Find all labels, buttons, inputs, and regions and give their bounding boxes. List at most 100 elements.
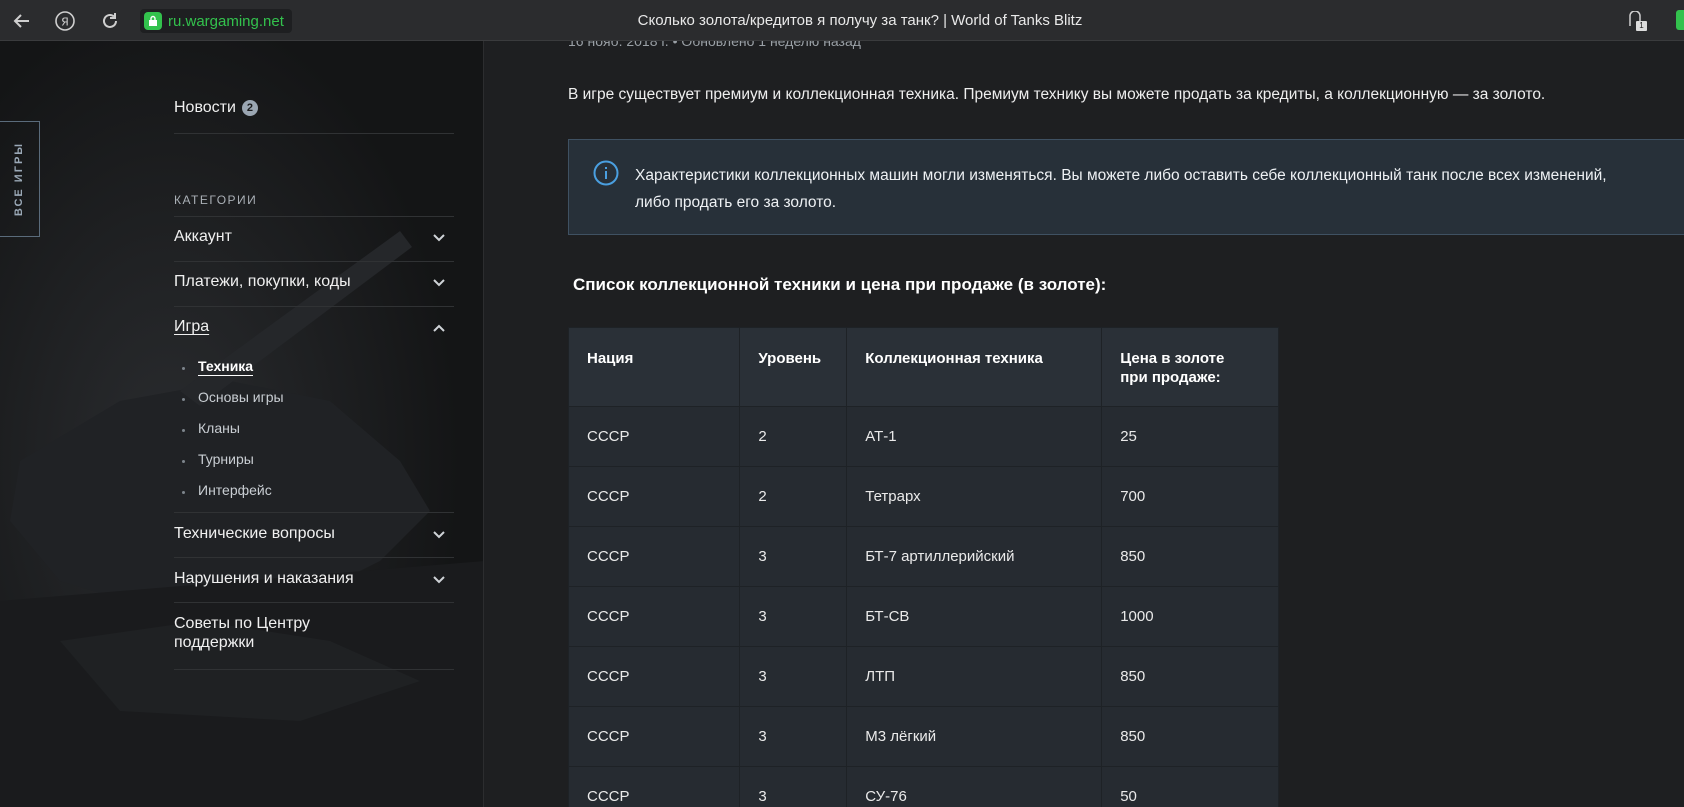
url-text: ru.wargaming.net — [168, 12, 284, 30]
sidebar-item-support-tips[interactable]: Советы по Центру поддержки — [174, 614, 344, 652]
subitem-game-basics[interactable]: Основы игры — [198, 389, 284, 405]
info-callout: Характеристики коллекционных машин могли… — [568, 139, 1684, 235]
subitem-clans[interactable]: Кланы — [198, 420, 240, 436]
sidebar: ВСЕ ИГРЫ Новости 2 КАТЕГОРИИ Аккаунт Плат… — [0, 41, 484, 807]
bullet — [182, 460, 185, 463]
sidebar-item-label: Платежи, покупки, коды — [174, 273, 351, 290]
svg-text:Я: Я — [61, 16, 69, 29]
cell-price: 50 — [1101, 766, 1279, 807]
cell-vehicle: СУ-76 — [846, 766, 1103, 807]
cell-price: 1000 — [1101, 586, 1279, 647]
list-title: Список коллекционной техники и цена при … — [573, 275, 1107, 294]
column-header: Цена в золоте при продаже: — [1101, 327, 1279, 407]
info-text: Характеристики коллекционных машин могли… — [635, 162, 1684, 216]
address-bar[interactable]: ru.wargaming.net — [140, 9, 292, 33]
cell-price: 850 — [1101, 706, 1279, 767]
cell-nation: СССР — [567, 406, 741, 467]
reload-icon — [103, 13, 117, 28]
arrow-left-icon — [13, 14, 29, 28]
column-header: Уровень — [739, 327, 848, 407]
browser-toolbar: Я ru.wargaming.net Сколько золота/кредит… — [0, 0, 1684, 41]
back-button[interactable] — [9, 8, 35, 34]
page-title: Сколько золота/кредитов я получу за танк… — [637, 12, 1083, 29]
sidebar-item-label: Игра — [174, 318, 210, 335]
sidebar-item-label: Технические вопросы — [174, 525, 335, 542]
table-row: СССР 3 БТ-7 артиллерийский 850 — [567, 526, 1279, 587]
bullet — [182, 398, 185, 401]
table-header-row: Нация Уровень Коллекционная техника Цена… — [567, 327, 1279, 407]
chevron-down-icon — [433, 234, 445, 242]
cell-vehicle: БТ-7 артиллерийский — [846, 526, 1103, 587]
chevron-down-icon — [433, 531, 445, 539]
sidebar-item-label: Аккаунт — [174, 228, 232, 245]
tank-background-art — [0, 41, 483, 807]
table-row: СССР 3 БТ-СВ 1000 — [567, 586, 1279, 647]
cell-tier: 3 — [739, 706, 848, 767]
cell-tier: 3 — [739, 586, 848, 647]
cell-price: 850 — [1101, 526, 1279, 587]
divider — [174, 133, 454, 134]
table-row: СССР 3 ЛТП 850 — [567, 646, 1279, 707]
chevron-down-icon — [433, 279, 445, 287]
vehicles-table: Нация Уровень Коллекционная техника Цена… — [567, 327, 1279, 807]
table-row: СССР 2 АТ-1 25 — [567, 406, 1279, 467]
table-row: СССР 2 Тетрарх 700 — [567, 466, 1279, 527]
cell-nation: СССР — [567, 466, 741, 527]
cell-vehicle: АТ-1 — [846, 406, 1103, 467]
sidebar-item-violations[interactable]: Нарушения и наказания — [174, 557, 454, 602]
article-meta: 16 нояб. 2018 г. • Обновлено 1 неделю на… — [568, 41, 861, 49]
cell-tier: 3 — [739, 646, 848, 707]
cell-price: 25 — [1101, 406, 1279, 467]
categories-heading: КАТЕГОРИИ — [174, 193, 258, 207]
yandex-icon: Я — [55, 11, 75, 31]
cell-vehicle: М3 лёгкий — [846, 706, 1103, 767]
divider — [174, 602, 454, 603]
chevron-up-icon — [433, 324, 445, 332]
column-header: Коллекционная техника — [846, 327, 1103, 407]
news-badge: 2 — [241, 99, 258, 116]
cell-nation: СССР — [567, 586, 741, 647]
cell-tier: 2 — [739, 466, 848, 527]
table-row: СССР 3 СУ-76 50 — [567, 766, 1279, 807]
divider — [174, 669, 454, 670]
cell-vehicle: БТ-СВ — [846, 586, 1103, 647]
subitem-tournaments[interactable]: Турниры — [198, 451, 254, 467]
info-text-line: либо продать его за золото. — [635, 194, 837, 211]
info-icon — [593, 160, 619, 186]
cell-tier: 3 — [739, 766, 848, 807]
news-label: Новости — [174, 99, 236, 116]
all-games-tab[interactable]: ВСЕ ИГРЫ — [0, 121, 40, 237]
sidebar-item-account[interactable]: Аккаунт — [174, 215, 454, 260]
extension-badge: 1 — [1636, 21, 1647, 31]
cell-nation: СССР — [567, 706, 741, 767]
article: 16 нояб. 2018 г. • Обновлено 1 неделю на… — [484, 41, 1684, 807]
bullet — [182, 491, 185, 494]
table-row: СССР 3 М3 лёгкий 850 — [567, 706, 1279, 767]
bullet — [182, 367, 185, 370]
subitem-interface[interactable]: Интерфейс — [198, 482, 272, 498]
sidebar-item-news[interactable]: Новости 2 — [174, 99, 454, 117]
subitem-vehicles[interactable]: Техника — [198, 358, 254, 376]
info-text-line: Характеристики коллекционных машин могли… — [635, 167, 1607, 184]
yandex-button[interactable]: Я — [52, 8, 78, 34]
cell-tier: 3 — [739, 526, 848, 587]
sidebar-item-technical[interactable]: Технические вопросы — [174, 512, 454, 557]
bullet — [182, 429, 185, 432]
reload-button[interactable] — [97, 8, 123, 34]
article-intro: В игре существует премиум и коллекционна… — [568, 86, 1546, 103]
cell-vehicle: ЛТП — [846, 646, 1103, 707]
sidebar-item-game[interactable]: Игра — [174, 305, 454, 350]
sidebar-item-label: Нарушения и наказания — [174, 570, 354, 587]
column-header: Нация — [567, 327, 741, 407]
chevron-down-icon — [433, 576, 445, 584]
extension-green-icon[interactable] — [1676, 10, 1684, 30]
cell-price: 850 — [1101, 646, 1279, 707]
cell-nation: СССР — [567, 766, 741, 807]
cell-price: 700 — [1101, 466, 1279, 527]
cell-nation: СССР — [567, 646, 741, 707]
sidebar-item-payments[interactable]: Платежи, покупки, коды — [174, 260, 454, 305]
cell-nation: СССР — [567, 526, 741, 587]
cell-tier: 2 — [739, 406, 848, 467]
cell-vehicle: Тетрарх — [846, 466, 1103, 527]
lock-icon — [144, 12, 162, 30]
